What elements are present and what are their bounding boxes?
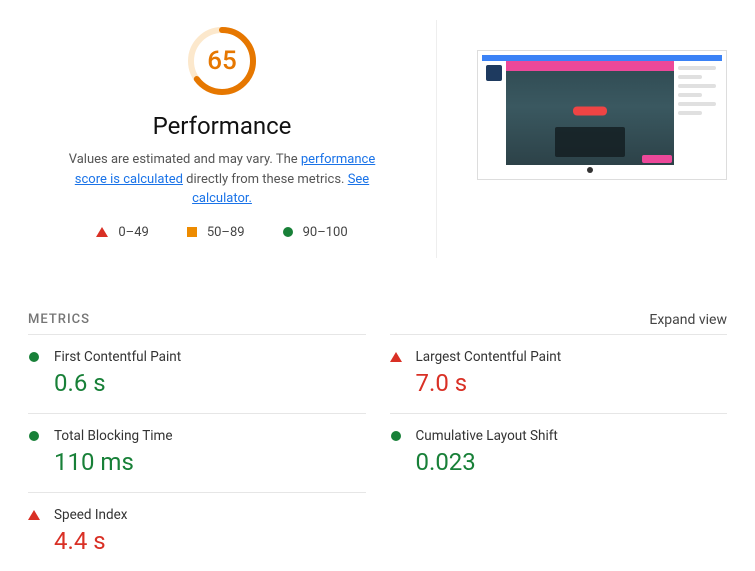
metric-body: First Contentful Paint 0.6 s — [54, 349, 366, 397]
metric-row: Total Blocking Time 110 ms — [28, 413, 366, 492]
summary-section: 65 Performance Values are estimated and … — [28, 20, 727, 258]
score-title: Performance — [153, 112, 292, 140]
legend-average: 50–89 — [187, 225, 245, 240]
metric-name: Largest Contentful Paint — [416, 349, 728, 365]
metric-body: Largest Contentful Paint 7.0 s — [416, 349, 728, 397]
page-screenshot-thumbnail — [477, 50, 727, 180]
metric-name: Speed Index — [54, 507, 366, 523]
thumbnail-image — [482, 55, 722, 175]
metric-body: Cumulative Layout Shift 0.023 — [416, 428, 728, 476]
metric-value: 110 ms — [54, 448, 366, 476]
metric-body: Total Blocking Time 110 ms — [54, 428, 366, 476]
metric-value: 0.023 — [416, 448, 728, 476]
desc-text: Values are estimated and may vary. The — [69, 152, 301, 167]
metrics-header: METRICS Expand view — [28, 312, 727, 328]
metric-value: 0.6 s — [54, 369, 366, 397]
legend-fail-label: 0–49 — [118, 225, 148, 240]
circle-green-icon — [29, 352, 39, 362]
metric-row: Cumulative Layout Shift 0.023 — [390, 413, 728, 492]
legend-pass: 90–100 — [283, 225, 348, 240]
metric-value: 4.4 s — [54, 527, 366, 555]
triangle-red-icon — [96, 227, 108, 237]
desc-text: directly from these metrics. — [183, 172, 348, 187]
score-gauge: 65 — [185, 24, 259, 98]
score-legend: 0–49 50–89 90–100 — [96, 225, 347, 240]
legend-pass-label: 90–100 — [303, 225, 348, 240]
triangle-red-icon — [390, 352, 402, 362]
legend-avg-label: 50–89 — [207, 225, 245, 240]
circle-green-icon — [29, 431, 39, 441]
metric-name: Cumulative Layout Shift — [416, 428, 728, 444]
metrics-section-label: METRICS — [28, 312, 90, 327]
metrics-grid: First Contentful Paint 0.6 s Largest Conte… — [28, 334, 727, 571]
expand-view-toggle[interactable]: Expand view — [649, 312, 727, 328]
score-column: 65 Performance Values are estimated and … — [28, 20, 437, 258]
metric-name: First Contentful Paint — [54, 349, 366, 365]
circle-green-icon — [391, 431, 401, 441]
square-orange-icon — [187, 227, 197, 237]
circle-green-icon — [283, 227, 293, 237]
metric-row: First Contentful Paint 0.6 s — [28, 334, 366, 413]
legend-fail: 0–49 — [96, 225, 148, 240]
metric-body: Speed Index 4.4 s — [54, 507, 366, 555]
metric-value: 7.0 s — [416, 369, 728, 397]
metric-row: Largest Contentful Paint 7.0 s — [390, 334, 728, 413]
score-description: Values are estimated and may vary. The p… — [52, 150, 392, 209]
triangle-red-icon — [28, 510, 40, 520]
metric-row: Speed Index 4.4 s — [28, 492, 366, 571]
score-value: 65 — [185, 24, 259, 98]
metric-name: Total Blocking Time — [54, 428, 366, 444]
